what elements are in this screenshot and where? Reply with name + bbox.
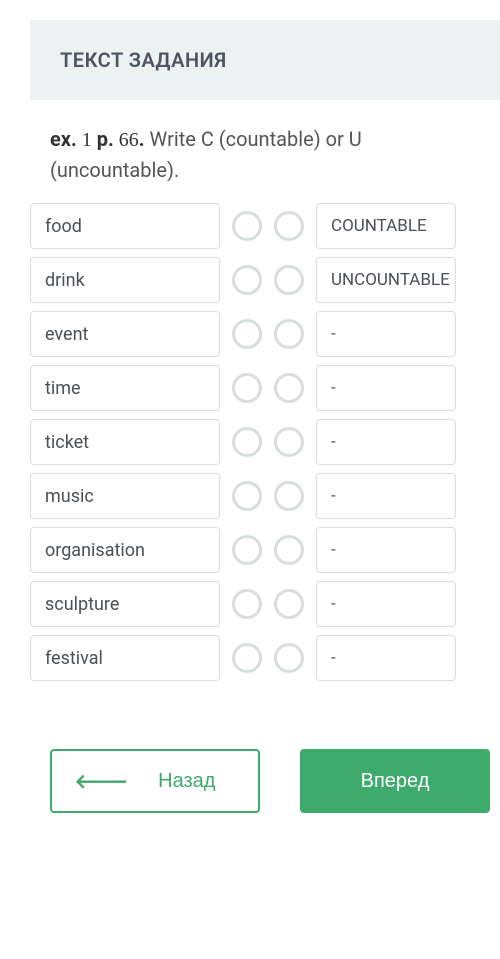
radio-right[interactable] [274, 427, 304, 457]
exercise-row: time - [30, 365, 500, 411]
answer-box[interactable]: - [316, 527, 456, 573]
radio-left[interactable] [232, 373, 262, 403]
exercise-row: music - [30, 473, 500, 519]
word-box[interactable]: event [30, 311, 220, 357]
exercise-row: sculpture - [30, 581, 500, 627]
instruction-text: ex. 1 p. 66. Write C (countable) or U (u… [0, 100, 500, 203]
word-box[interactable]: ticket [30, 419, 220, 465]
radio-right[interactable] [274, 265, 304, 295]
instruction-ex: ex. [50, 127, 77, 151]
exercise-row: drink UNCOUNTABLE [30, 257, 500, 303]
radio-right[interactable] [274, 643, 304, 673]
instruction-num1: 1 [82, 129, 92, 151]
radio-right[interactable] [274, 535, 304, 565]
answer-box[interactable]: - [316, 635, 456, 681]
back-button-label: Назад [158, 770, 215, 793]
instruction-num2: 66 [119, 129, 139, 151]
radio-left[interactable] [232, 535, 262, 565]
instruction-p: p. [97, 127, 114, 151]
word-box[interactable]: time [30, 365, 220, 411]
word-box[interactable]: music [30, 473, 220, 519]
radio-right[interactable] [274, 481, 304, 511]
exercise-row: ticket - [30, 419, 500, 465]
task-header: ТЕКСТ ЗАДАНИЯ [30, 20, 500, 100]
radio-left[interactable] [232, 589, 262, 619]
radio-left[interactable] [232, 643, 262, 673]
word-box[interactable]: sculpture [30, 581, 220, 627]
arrow-left-icon: 🡐 [75, 769, 129, 794]
radio-left[interactable] [232, 211, 262, 241]
radio-right[interactable] [274, 373, 304, 403]
radio-left[interactable] [232, 265, 262, 295]
back-button[interactable]: 🡐 Назад [50, 749, 260, 813]
word-box[interactable]: organisation [30, 527, 220, 573]
forward-button-label: Вперед [361, 770, 430, 793]
word-box[interactable]: festival [30, 635, 220, 681]
radio-left[interactable] [232, 481, 262, 511]
radio-left[interactable] [232, 319, 262, 349]
radio-right[interactable] [274, 211, 304, 241]
answer-box[interactable]: - [316, 365, 456, 411]
exercise-row: event - [30, 311, 500, 357]
exercise-row: festival - [30, 635, 500, 681]
word-box[interactable]: food [30, 203, 220, 249]
answer-box[interactable]: UNCOUNTABLE [316, 257, 456, 303]
task-header-title: ТЕКСТ ЗАДАНИЯ [60, 48, 470, 72]
answer-box[interactable]: - [316, 419, 456, 465]
nav-buttons: 🡐 Назад Вперед [0, 689, 500, 813]
word-box[interactable]: drink [30, 257, 220, 303]
answer-box[interactable]: - [316, 581, 456, 627]
exercise-row: food COUNTABLE [30, 203, 500, 249]
radio-left[interactable] [232, 427, 262, 457]
exercise-container: ТЕКСТ ЗАДАНИЯ ex. 1 p. 66. Write C (coun… [0, 20, 500, 813]
answer-box[interactable]: COUNTABLE [316, 203, 456, 249]
answer-box[interactable]: - [316, 311, 456, 357]
exercise-rows: food COUNTABLE drink UNCOUNTABLE event -… [0, 203, 500, 681]
forward-button[interactable]: Вперед [300, 749, 490, 813]
answer-box[interactable]: - [316, 473, 456, 519]
radio-right[interactable] [274, 319, 304, 349]
exercise-row: organisation - [30, 527, 500, 573]
radio-right[interactable] [274, 589, 304, 619]
